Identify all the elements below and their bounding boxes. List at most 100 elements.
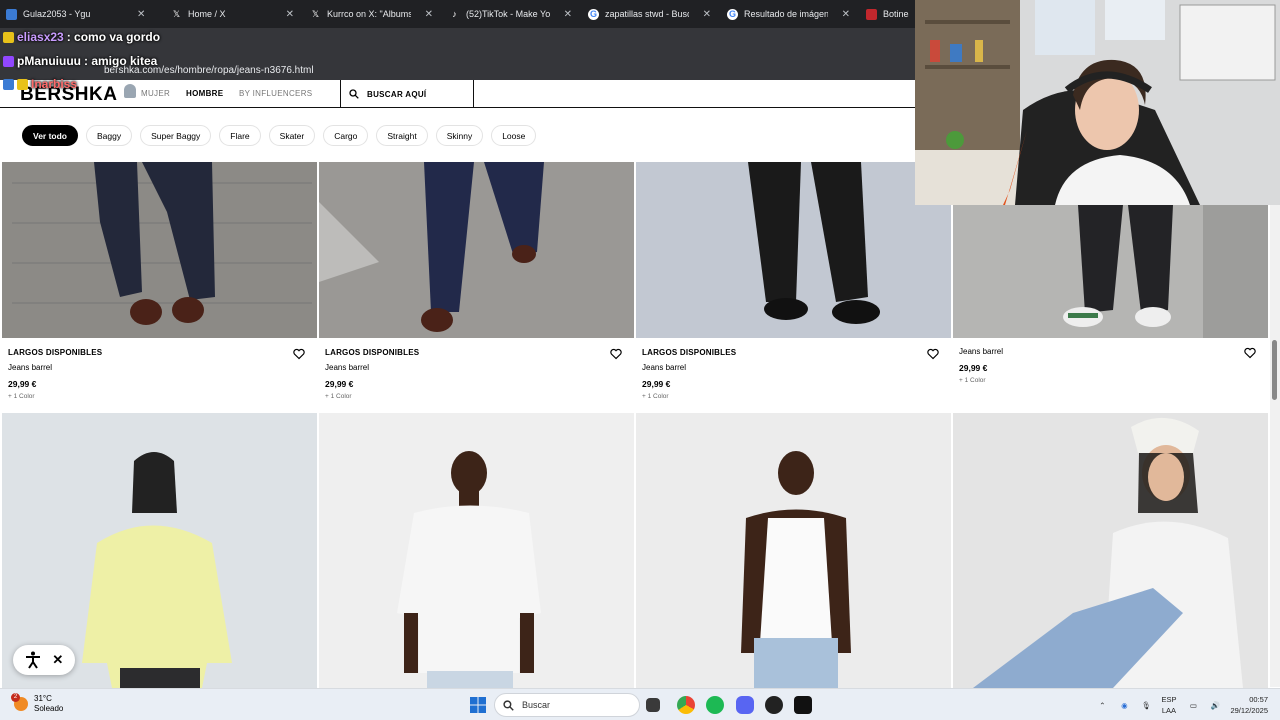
filter-chip-skinny[interactable]: Skinny bbox=[435, 125, 484, 146]
chat-username: pManuiuuu bbox=[17, 54, 81, 68]
search-icon bbox=[349, 89, 359, 99]
close-icon[interactable]: ✕ bbox=[137, 9, 145, 20]
product-image[interactable] bbox=[319, 413, 634, 688]
chat-username: Inarbiss bbox=[31, 77, 78, 91]
display-icon[interactable]: ▭ bbox=[1186, 698, 1200, 712]
heart-icon[interactable] bbox=[293, 348, 305, 360]
weather-desc: Soleado bbox=[34, 704, 64, 713]
product-name[interactable]: Jeans barrel bbox=[959, 347, 1259, 356]
chevron-up-icon[interactable]: ⌃ bbox=[1095, 698, 1109, 712]
microphone-icon[interactable]: 🎙 bbox=[1139, 698, 1153, 712]
tab-title: Kurrco on X: "Albums that bbox=[327, 9, 411, 19]
product-image[interactable] bbox=[636, 162, 951, 338]
product-card[interactable] bbox=[636, 413, 951, 688]
product-image[interactable] bbox=[2, 162, 317, 338]
product-name[interactable]: Jeans barrel bbox=[8, 363, 308, 372]
product-price: 29,99 € bbox=[642, 379, 671, 389]
close-icon[interactable]: ✕ bbox=[564, 9, 572, 20]
heart-icon[interactable] bbox=[1244, 347, 1256, 359]
product-card[interactable]: Jeans barrel 29,99 € + 1 Color bbox=[953, 205, 1268, 410]
tab-title: (52)TikTok - Make Your D bbox=[466, 9, 550, 19]
tab-x-kurrco[interactable]: 𝕏 Kurrco on X: "Albums that ✕ bbox=[304, 0, 439, 28]
taskbar-search[interactable]: Buscar bbox=[494, 693, 640, 717]
chrome-icon[interactable] bbox=[677, 696, 695, 714]
product-colors[interactable]: + 1 Color bbox=[325, 393, 625, 400]
product-image[interactable] bbox=[953, 205, 1268, 338]
product-colors[interactable]: + 1 Color bbox=[8, 393, 308, 400]
product-card[interactable]: LARGOS DISPONIBLES Jeans barrel 29,99 € … bbox=[319, 162, 634, 410]
heart-icon[interactable] bbox=[610, 348, 622, 360]
tab-google-search[interactable]: G zapatillas stwd - Buscar co ✕ bbox=[582, 0, 717, 28]
clock[interactable]: 00:57 29/12/2025 bbox=[1230, 694, 1268, 716]
product-image[interactable] bbox=[953, 413, 1268, 688]
tiktok-icon[interactable] bbox=[794, 696, 812, 714]
filter-chip-loose[interactable]: Loose bbox=[491, 125, 537, 146]
tab-google-images[interactable]: G Resultado de imágenes de ✕ bbox=[721, 0, 856, 28]
task-view-icon[interactable] bbox=[646, 698, 660, 712]
tab-tiktok[interactable]: ♪ (52)TikTok - Make Your D ✕ bbox=[443, 0, 578, 28]
weather-widget[interactable]: 2 31°C Soleado bbox=[11, 693, 64, 714]
filter-chip-super-baggy[interactable]: Super Baggy bbox=[140, 125, 212, 146]
chat-message: Inarbiss bbox=[3, 77, 80, 91]
nav-hombre[interactable]: HOMBRE bbox=[186, 89, 223, 98]
page-scrollbar[interactable] bbox=[1270, 205, 1280, 687]
clock-time: 00:57 bbox=[1249, 695, 1268, 704]
taskbar-search-label: Buscar bbox=[522, 700, 551, 710]
search-box[interactable]: BUSCAR AQUÍ bbox=[340, 80, 474, 108]
product-name[interactable]: Jeans barrel bbox=[325, 363, 625, 372]
filter-chip-cargo[interactable]: Cargo bbox=[323, 125, 369, 146]
heart-icon[interactable] bbox=[927, 348, 939, 360]
nav-mujer[interactable]: MUJER bbox=[141, 89, 170, 98]
spotify-icon[interactable] bbox=[706, 696, 724, 714]
chat-message: eliasx23 : como va gordo bbox=[3, 30, 160, 44]
windows-start-icon[interactable] bbox=[470, 697, 486, 713]
filter-chip-baggy[interactable]: Baggy bbox=[86, 125, 133, 146]
tab-twitch[interactable]: Gulaz2053 - Ygu ✕ bbox=[0, 0, 160, 28]
product-name[interactable]: Jeans barrel bbox=[642, 363, 942, 372]
accessibility-icon[interactable] bbox=[25, 651, 41, 669]
product-info: LARGOS DISPONIBLES Jeans barrel 29,99 € … bbox=[8, 348, 308, 400]
discord-icon[interactable] bbox=[736, 696, 754, 714]
filter-chip-flare[interactable]: Flare bbox=[219, 125, 261, 146]
system-tray: ⌃ ◉ 🎙 ESP LAA ▭ 🔊 00:57 29/12/2025 bbox=[1095, 689, 1280, 720]
filter-chip-skater[interactable]: Skater bbox=[268, 125, 316, 146]
product-badge: LARGOS DISPONIBLES bbox=[8, 348, 103, 357]
tab-title: zapatillas stwd - Buscar co bbox=[605, 9, 689, 19]
screen: Gulaz2053 - Ygu ✕ 𝕏 Home / X ✕ 𝕏 Kurrco … bbox=[0, 0, 1280, 720]
product-card[interactable] bbox=[319, 413, 634, 688]
filter-chip-ver-todo[interactable]: Ver todo bbox=[22, 125, 79, 146]
tiktok-icon: ♪ bbox=[452, 8, 457, 19]
close-icon[interactable]: ✕ bbox=[703, 9, 711, 20]
tab-x-home[interactable]: 𝕏 Home / X ✕ bbox=[165, 0, 300, 28]
network-icon[interactable]: ◉ bbox=[1117, 698, 1131, 712]
site-icon bbox=[866, 8, 877, 20]
tab-botines[interactable]: Botines Ch bbox=[860, 0, 915, 28]
notification-badge: 2 bbox=[11, 693, 20, 702]
close-icon[interactable]: ✕ bbox=[52, 652, 63, 668]
product-colors[interactable]: + 1 Color bbox=[642, 393, 942, 400]
product-image[interactable] bbox=[319, 162, 634, 338]
site-header: BERSHKA MUJER HOMBRE BY INFLUENCERS BUSC… bbox=[0, 80, 915, 108]
filter-chips: Ver todo Baggy Super Baggy Flare Skater … bbox=[22, 125, 537, 146]
filter-chip-straight[interactable]: Straight bbox=[376, 125, 428, 146]
product-card[interactable]: LARGOS DISPONIBLES Jeans barrel 29,99 € … bbox=[2, 162, 317, 410]
input-language[interactable]: ESP LAA bbox=[1161, 694, 1176, 716]
chat-badge bbox=[3, 78, 14, 90]
product-colors[interactable]: + 1 Color bbox=[959, 377, 1259, 384]
scrollbar-thumb[interactable] bbox=[1272, 340, 1277, 400]
product-info: LARGOS DISPONIBLES Jeans barrel 29,99 € … bbox=[642, 348, 942, 400]
product-card[interactable] bbox=[953, 413, 1268, 688]
tab-title: Gulaz2053 - Ygu bbox=[23, 9, 91, 19]
search-label: BUSCAR AQUÍ bbox=[367, 89, 427, 99]
volume-icon[interactable]: 🔊 bbox=[1208, 698, 1222, 712]
product-image[interactable] bbox=[636, 413, 951, 688]
webcam-overlay bbox=[915, 0, 1280, 205]
close-icon[interactable]: ✕ bbox=[425, 9, 433, 20]
sun-icon: 2 bbox=[11, 693, 28, 711]
close-icon[interactable]: ✕ bbox=[842, 9, 850, 20]
close-icon[interactable]: ✕ bbox=[286, 9, 294, 20]
product-card[interactable]: LARGOS DISPONIBLES Jeans barrel 29,99 € … bbox=[636, 162, 951, 410]
obs-icon[interactable] bbox=[765, 696, 783, 714]
nav-by-influencers[interactable]: BY INFLUENCERS bbox=[239, 89, 312, 98]
product-price: 29,99 € bbox=[8, 379, 37, 389]
